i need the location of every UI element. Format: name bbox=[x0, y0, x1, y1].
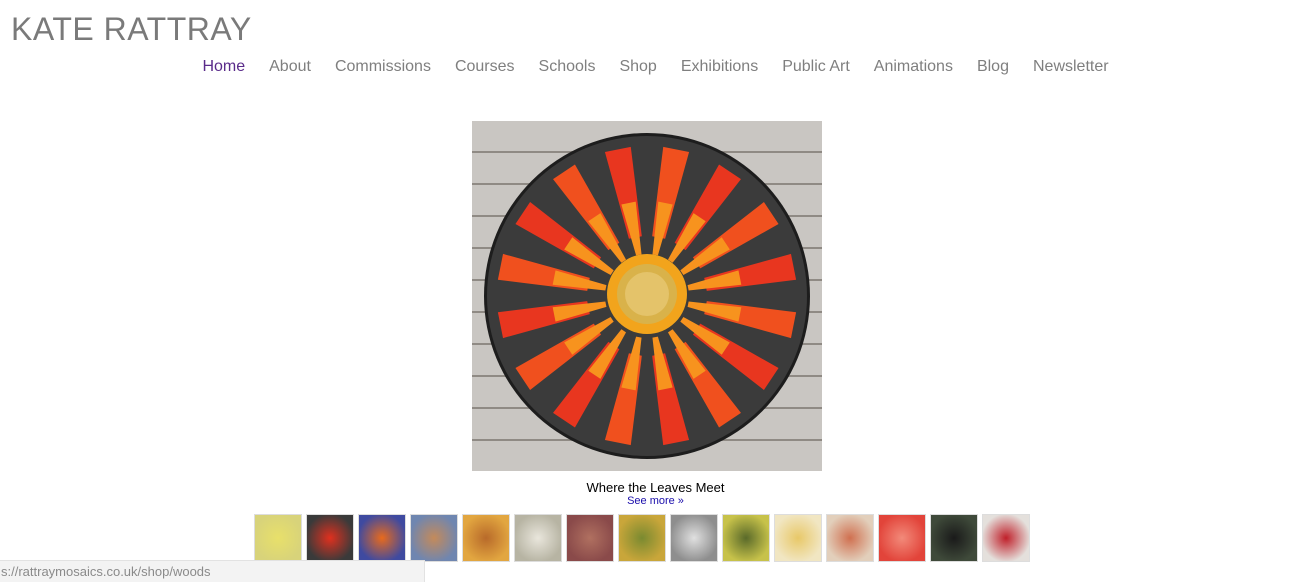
nav-commissions[interactable]: Commissions bbox=[323, 56, 443, 78]
spiral-shell-mosaic-icon[interactable] bbox=[670, 514, 718, 562]
red-swirl-mosaic-icon[interactable] bbox=[566, 514, 614, 562]
main-nav: Home About Commissions Courses Schools S… bbox=[0, 56, 1311, 78]
hero-caption: Where the Leaves Meet bbox=[586, 480, 725, 495]
site-title[interactable]: KATE RATTRAY bbox=[11, 10, 252, 48]
yellow-flower-mosaic-icon[interactable] bbox=[254, 514, 302, 562]
teeth-mouth-icon[interactable] bbox=[982, 514, 1030, 562]
yellow-field-mosaic-icon[interactable] bbox=[722, 514, 770, 562]
nav-home[interactable]: Home bbox=[190, 56, 257, 78]
nav-exhibitions[interactable]: Exhibitions bbox=[669, 56, 770, 78]
mosaic-artwork-icon bbox=[484, 133, 810, 459]
blue-grass-mosaic-icon[interactable] bbox=[410, 514, 458, 562]
sunflower-mosaic-icon[interactable] bbox=[462, 514, 510, 562]
status-bar-url: s://rattraymosaics.co.uk/shop/woods bbox=[0, 560, 425, 582]
see-more-link[interactable]: See more » bbox=[627, 495, 684, 507]
hero-image[interactable] bbox=[472, 121, 822, 471]
sunburst-mosaic-icon[interactable] bbox=[358, 514, 406, 562]
nav-about[interactable]: About bbox=[257, 56, 323, 78]
red-texture-mosaic-icon[interactable] bbox=[878, 514, 926, 562]
black-swan-icon[interactable] bbox=[930, 514, 978, 562]
see-more-container: See more » bbox=[0, 495, 1311, 507]
thumbnail-strip bbox=[254, 514, 1030, 562]
nav-newsletter[interactable]: Newsletter bbox=[1021, 56, 1121, 78]
nav-public-art[interactable]: Public Art bbox=[770, 56, 862, 78]
nav-courses[interactable]: Courses bbox=[443, 56, 527, 78]
red-leaves-mosaic-icon[interactable] bbox=[306, 514, 354, 562]
nav-blog[interactable]: Blog bbox=[965, 56, 1021, 78]
golden-flower-mosaic-icon[interactable] bbox=[618, 514, 666, 562]
nav-schools[interactable]: Schools bbox=[527, 56, 608, 78]
nav-shop[interactable]: Shop bbox=[607, 56, 668, 78]
nav-animations[interactable]: Animations bbox=[862, 56, 965, 78]
pale-sunburst-mosaic-icon[interactable] bbox=[774, 514, 822, 562]
tree-stump-icon[interactable] bbox=[514, 514, 562, 562]
confetti-mosaic-icon[interactable] bbox=[826, 514, 874, 562]
